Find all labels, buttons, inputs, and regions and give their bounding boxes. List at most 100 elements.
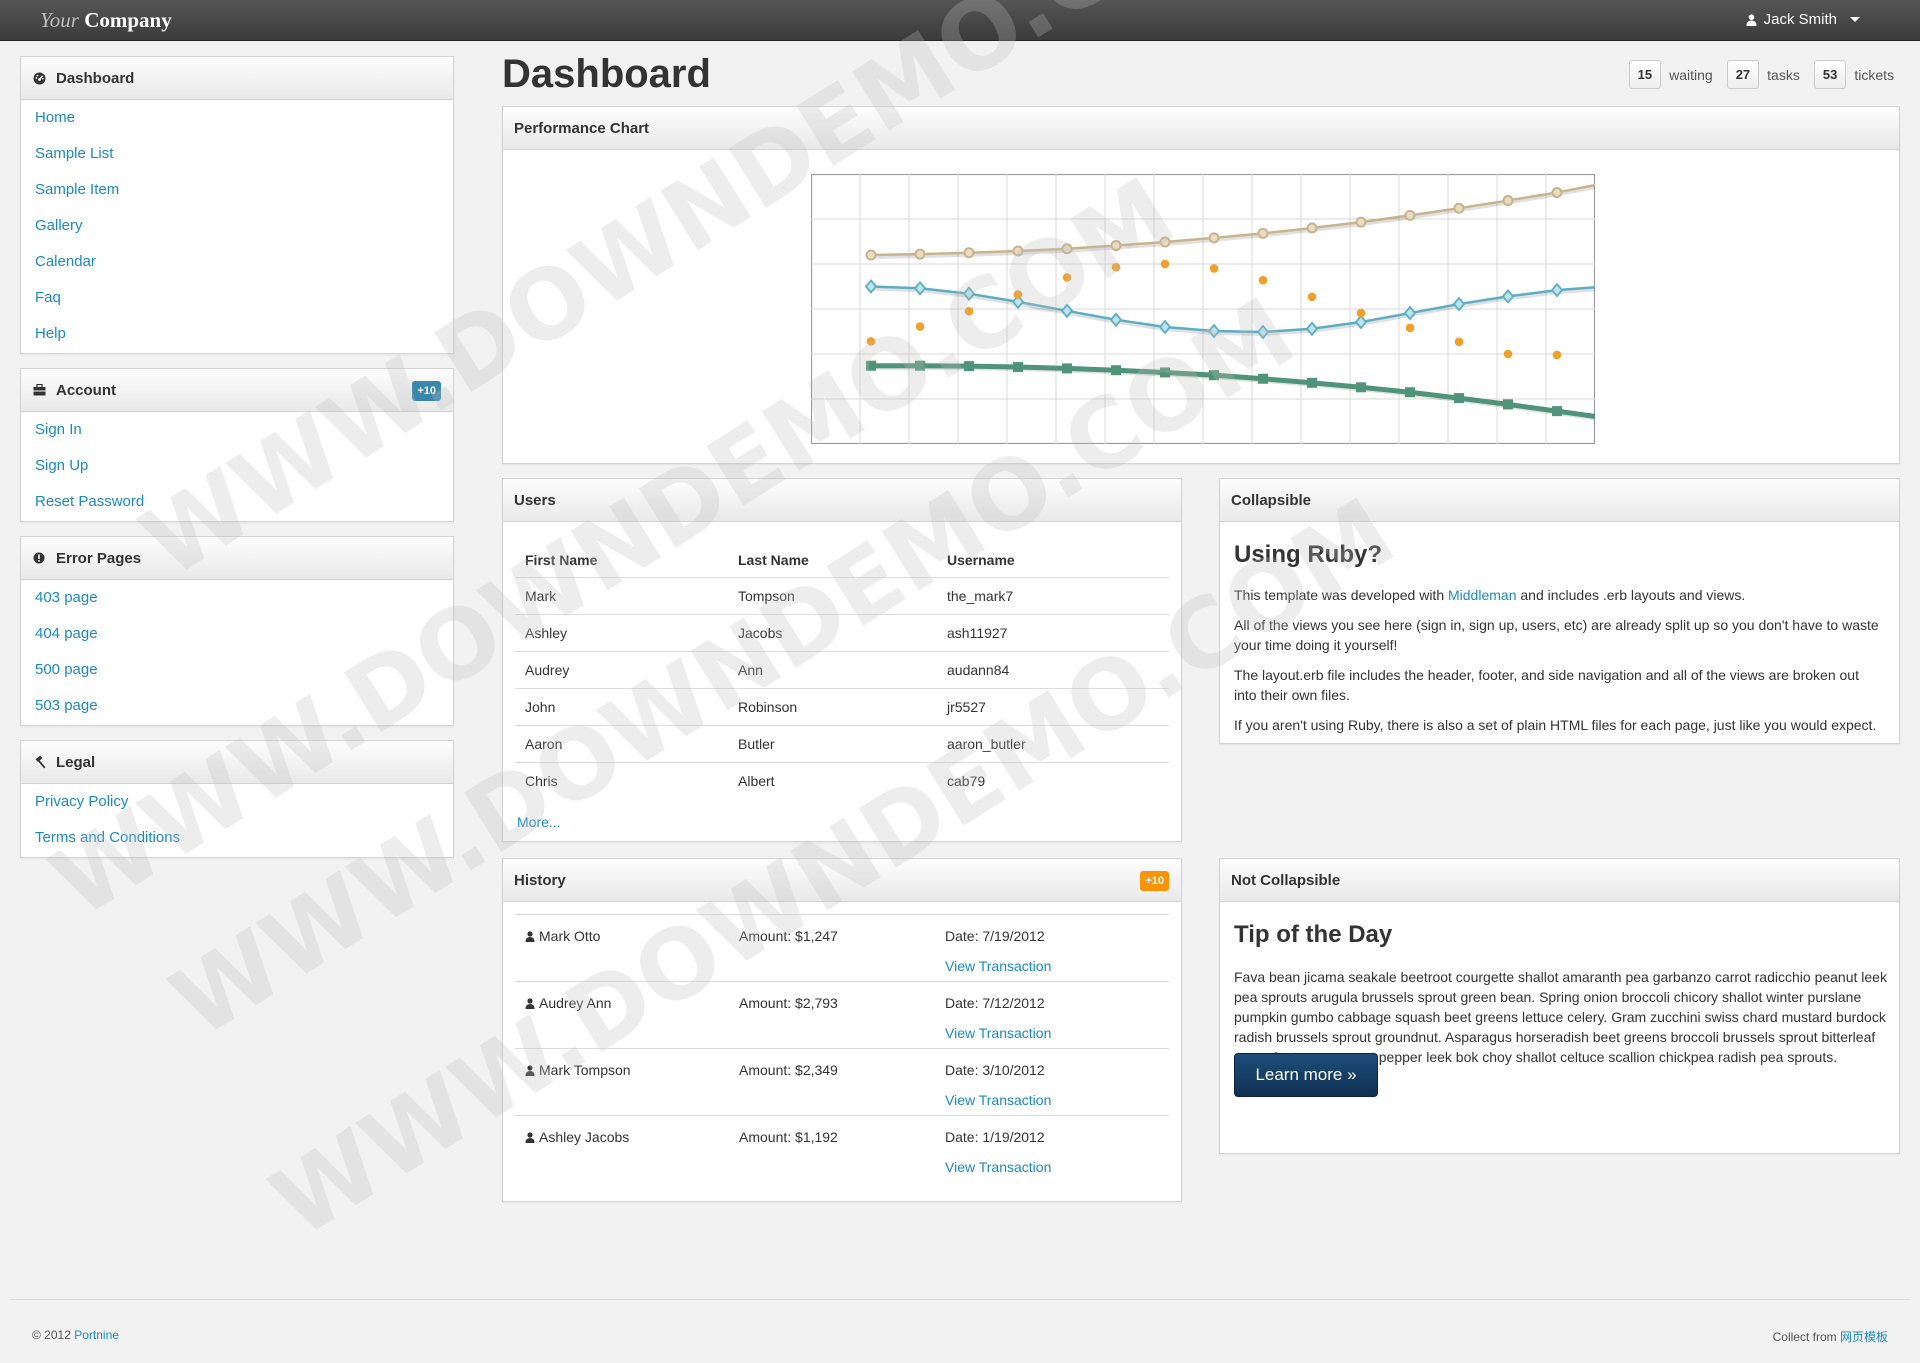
learn-more-button[interactable]: Learn more » xyxy=(1234,1053,1378,1097)
cell-last-name: Ann xyxy=(728,651,937,689)
stat-waiting-label: waiting xyxy=(1669,66,1713,83)
list-item: Mark Otto Amount: $1,247 Date: 7/19/2012… xyxy=(515,914,1169,981)
tip-heading: Tip of the Day xyxy=(1234,921,1393,948)
sidebar-account-header[interactable]: Account +10 xyxy=(21,369,453,412)
top-navbar: Your Company Jack Smith xyxy=(0,0,1920,41)
chart-point xyxy=(914,248,926,260)
sidebar-item-500[interactable]: 500 page xyxy=(21,658,453,694)
sidebar-link-faq[interactable]: Faq xyxy=(35,289,61,306)
sidebar-item-sign-up[interactable]: Sign Up xyxy=(21,454,453,490)
collapsible-panel: Collapsible Using Ruby? This template wa… xyxy=(1219,478,1900,744)
sidebar-link-privacy[interactable]: Privacy Policy xyxy=(35,793,128,810)
view-transaction-link[interactable]: View Transaction xyxy=(945,958,1051,974)
sidebar-item-404[interactable]: 404 page xyxy=(21,622,453,658)
sidebar-item-reset-password[interactable]: Reset Password xyxy=(21,490,453,526)
brand-bold: Company xyxy=(84,8,172,32)
brand-logo[interactable]: Your Company xyxy=(40,8,172,33)
cell-last-name: Tompson xyxy=(728,577,937,615)
cell-username: aaron_butler xyxy=(937,725,1169,763)
collect-text: Collect from xyxy=(1772,1330,1840,1344)
sidebar-legal-header[interactable]: Legal xyxy=(21,741,453,784)
sidebar-link-help[interactable]: Help xyxy=(35,325,66,342)
sidebar-link-sample-list[interactable]: Sample List xyxy=(35,145,113,162)
chart-point xyxy=(1454,393,1464,404)
sidebar-item-terms[interactable]: Terms and Conditions xyxy=(21,826,453,862)
sidebar-item-privacy[interactable]: Privacy Policy xyxy=(21,790,453,826)
stat-tickets-count: 53 xyxy=(1813,60,1847,89)
chart-point xyxy=(1307,377,1317,388)
view-transaction-link[interactable]: View Transaction xyxy=(945,1159,1051,1175)
sidebar-link-403[interactable]: 403 page xyxy=(35,589,98,606)
cell-last-name: Albert xyxy=(738,772,775,789)
sidebar-item-503[interactable]: 503 page xyxy=(21,694,453,730)
collect-link[interactable]: 网页模板 xyxy=(1840,1330,1888,1344)
performance-header[interactable]: Performance Chart xyxy=(503,107,1899,150)
sidebar-link-503[interactable]: 503 page xyxy=(35,697,98,714)
view-transaction-link[interactable]: View Transaction xyxy=(945,1025,1051,1041)
sidebar-link-reset-password[interactable]: Reset Password xyxy=(35,493,144,510)
history-date: Date: 7/19/2012 xyxy=(945,928,1045,944)
cell-username: ash11927 xyxy=(937,614,1169,652)
sidebar-link-gallery[interactable]: Gallery xyxy=(35,217,83,234)
sidebar-link-404[interactable]: 404 page xyxy=(35,625,98,642)
middleman-link[interactable]: Middleman xyxy=(1448,587,1516,603)
footer-copyright: © 2012 Portnine xyxy=(32,1328,119,1342)
sidebar-errors-header[interactable]: Error Pages xyxy=(21,537,453,580)
sidebar-item-sign-in[interactable]: Sign In xyxy=(21,418,453,454)
users-more-link[interactable]: More... xyxy=(517,814,561,830)
history-user-name: Ashley Jacobs xyxy=(539,1129,630,1145)
sidebar-link-sign-in[interactable]: Sign In xyxy=(35,421,82,438)
sidebar-item-sample-item[interactable]: Sample Item xyxy=(21,178,453,214)
stat-waiting-count: 15 xyxy=(1628,60,1662,89)
view-transaction-link[interactable]: View Transaction xyxy=(945,1092,1051,1108)
history-date: Date: 3/10/2012 xyxy=(945,1062,1045,1078)
sidebar-item-help[interactable]: Help xyxy=(21,322,453,358)
user-menu[interactable]: Jack Smith xyxy=(1746,11,1860,28)
sidebar-item-403[interactable]: 403 page xyxy=(21,586,453,622)
sidebar-link-sign-up[interactable]: Sign Up xyxy=(35,457,88,474)
stats-bar: 15 waiting 27 tasks 53 tickets xyxy=(1628,60,1900,89)
column-username: Username xyxy=(937,543,1169,578)
chart-point xyxy=(1355,216,1367,228)
chart-point xyxy=(1552,350,1562,360)
cell-username: cab79 xyxy=(947,772,986,789)
sidebar-item-sample-list[interactable]: Sample List xyxy=(21,142,453,178)
list-item: Mark Tompson Amount: $2,349 Date: 3/10/2… xyxy=(515,1048,1169,1115)
stat-tasks-label: tasks xyxy=(1767,66,1800,83)
collapsible-paragraph-1: This template was developed with Middlem… xyxy=(1234,585,1884,605)
sidebar-account-panel: Account +10 Sign In Sign Up Reset Passwo… xyxy=(20,368,454,522)
copyright-text: © 2012 xyxy=(32,1328,75,1342)
sidebar-link-sample-item[interactable]: Sample Item xyxy=(35,181,119,198)
table-header-row: First Name Last Name Username xyxy=(515,543,1169,578)
dashboard-icon xyxy=(32,71,46,85)
history-user-name: Mark Tompson xyxy=(539,1062,631,1078)
history-header[interactable]: History +10 xyxy=(503,859,1181,902)
cell-last-name: Butler xyxy=(728,725,937,763)
sidebar-link-calendar[interactable]: Calendar xyxy=(35,253,96,270)
sidebar-legal-title: Legal xyxy=(56,753,96,771)
sidebar-link-500[interactable]: 500 page xyxy=(35,661,98,678)
portnine-link[interactable]: Portnine xyxy=(74,1328,119,1342)
chart-point xyxy=(1061,243,1073,255)
sidebar-dashboard-header[interactable]: Dashboard xyxy=(21,57,453,100)
user-icon xyxy=(1746,13,1757,26)
sidebar-link-home[interactable]: Home xyxy=(35,109,75,126)
sidebar-item-calendar[interactable]: Calendar xyxy=(21,250,453,286)
chart-point xyxy=(1209,264,1219,273)
briefcase-icon xyxy=(32,383,46,397)
sidebar-item-gallery[interactable]: Gallery xyxy=(21,214,453,250)
users-header[interactable]: Users xyxy=(503,479,1181,522)
history-date: Date: 1/19/2012 xyxy=(945,1129,1045,1145)
chart-point xyxy=(963,247,975,259)
chart-point xyxy=(1062,363,1072,374)
sidebar-item-home[interactable]: Home xyxy=(21,106,453,142)
users-title: Users xyxy=(514,491,556,509)
sidebar-item-faq[interactable]: Faq xyxy=(21,286,453,322)
chart-point xyxy=(1013,362,1023,373)
account-badge: +10 xyxy=(412,381,441,401)
chart-point xyxy=(1306,222,1318,234)
collapsible-header[interactable]: Collapsible xyxy=(1220,479,1899,522)
sidebar-errors-list: 403 page 404 page 500 page 503 page xyxy=(21,580,453,730)
sidebar-link-terms[interactable]: Terms and Conditions xyxy=(35,829,180,846)
cell-last-name: Jacobs xyxy=(728,614,937,652)
